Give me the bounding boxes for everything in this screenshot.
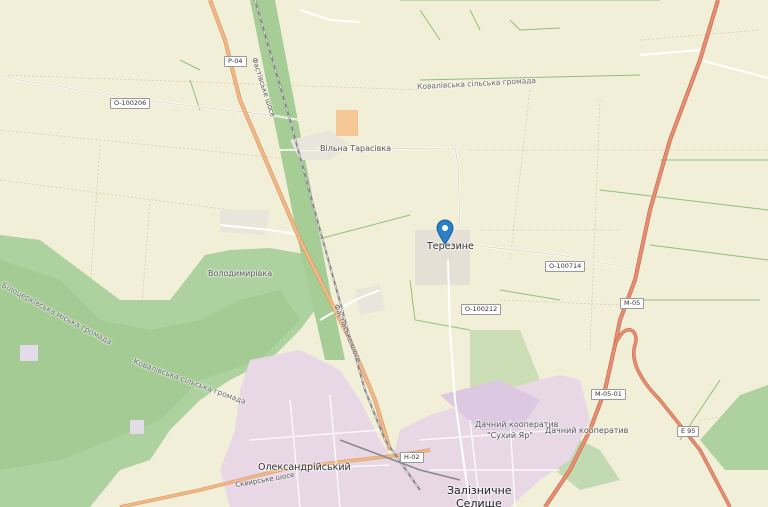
place-zaliznychne-label: Залізничне	[447, 484, 512, 497]
road-shield-m0501: М-05-01	[591, 389, 626, 400]
road-shield-p04: Р-04	[224, 56, 247, 67]
orange-field	[336, 110, 358, 136]
road-shield-h02: Н-02	[400, 452, 424, 463]
map-base-layer	[0, 0, 768, 507]
road-shield-o100212: О-100212	[461, 304, 502, 315]
road-shield-o100206: О-100206	[110, 98, 151, 109]
map-pin-icon[interactable]	[436, 219, 454, 245]
place-volodymyrivka-label: Володимирівка	[208, 269, 273, 278]
road-shield-e95: Е 95	[677, 426, 700, 437]
place-selyshche-label: Селище	[456, 497, 502, 507]
place-vilna-tarasivka-label: Вільна Тарасівка	[320, 144, 392, 153]
dachnyi-coop-name-label: "Сухий Яр"	[487, 431, 533, 440]
road-shield-m05: М-05	[620, 298, 645, 309]
dachnyi-coop-2-label: Дачний кооператив	[545, 426, 629, 435]
place-oleksandriiskyi-label: Олександрійський	[258, 462, 351, 473]
road-shield-o100714: О-100714	[545, 261, 586, 272]
map-canvas[interactable]: Терезине Вільна Тарасівка Володимирівка …	[0, 0, 768, 507]
